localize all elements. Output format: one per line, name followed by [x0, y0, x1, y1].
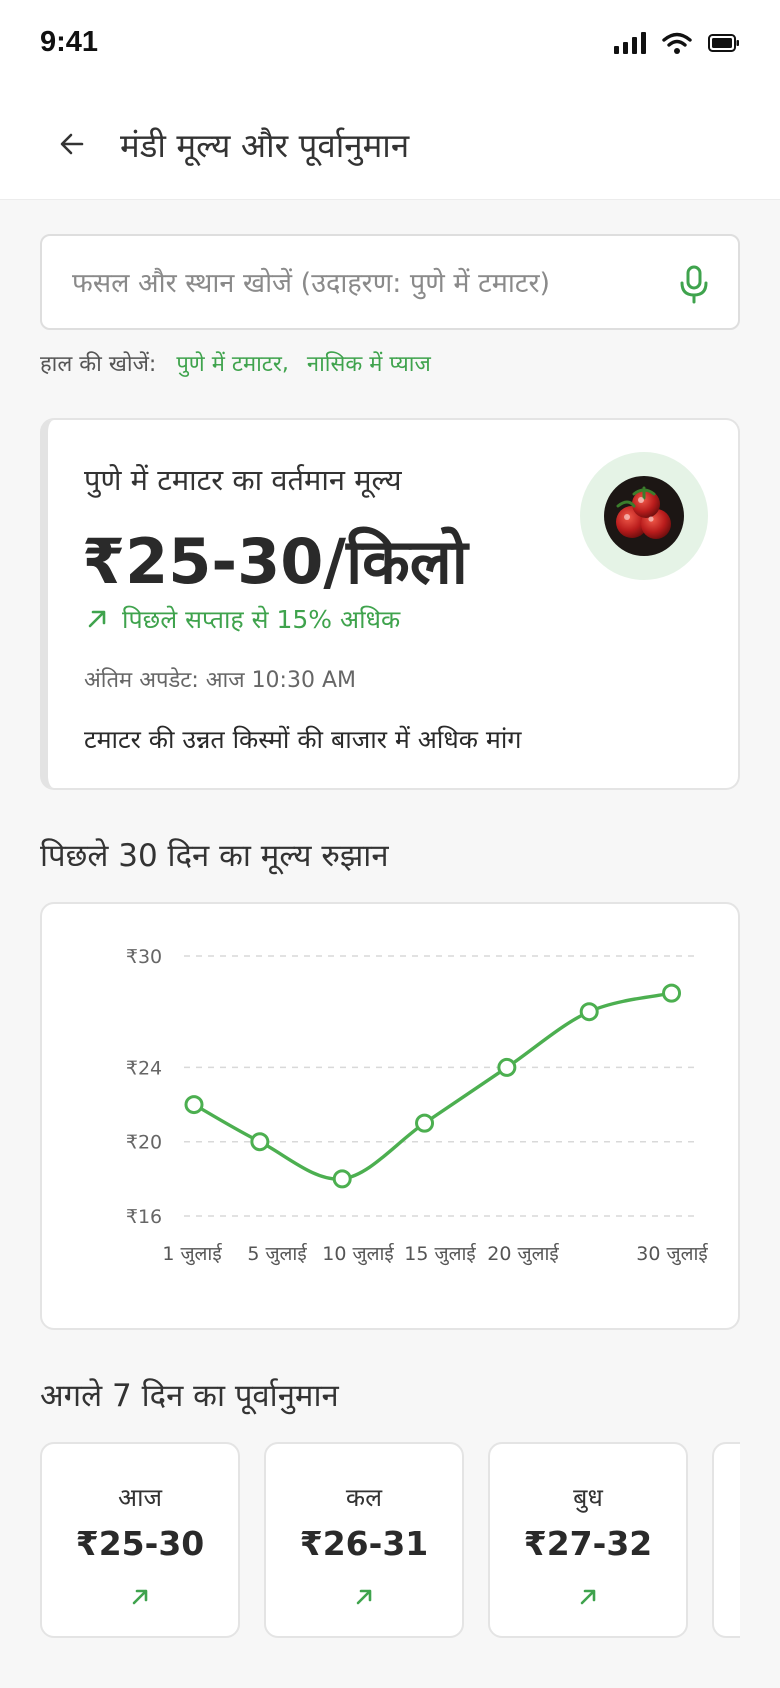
forecast-card[interactable]: कल ₹26-31: [264, 1442, 464, 1638]
recent-searches-label: हाल की खोजें:: [40, 352, 157, 377]
chart-data-point: [415, 1113, 435, 1133]
chart-x-tick-label: 10 जुलाई: [322, 1242, 394, 1266]
page-title: मंडी मूल्य और पूर्वानुमान: [120, 126, 410, 165]
recent-search-link[interactable]: पुणे में टमाटर: [176, 348, 282, 378]
chart-y-tick-label: ₹16: [126, 1206, 162, 1228]
microphone-button[interactable]: [676, 264, 712, 304]
search-input[interactable]: [72, 260, 662, 306]
trend-up-icon: [88, 610, 106, 628]
chart-data-point: [250, 1132, 270, 1152]
forecast-day: बुध: [573, 1483, 603, 1512]
price-trend-chart-card: ₹30 ₹24 ₹20 ₹16 1 जुलाई 5 जुलाई 10 जुलाई 15 जुल…: [40, 902, 740, 1330]
chart-series-line: [193, 991, 672, 1181]
recent-separator: ,: [281, 350, 289, 376]
trend-up-icon: [356, 1589, 372, 1605]
chart-x-tick-label: 1 जुलाई: [162, 1242, 222, 1266]
trend-section-title: पिछले 30 दिन का मूल्य रुझान: [40, 838, 389, 874]
recent-search-link[interactable]: नासिक में प्याज: [307, 348, 431, 378]
app-bar: मंडी मूल्य और पूर्वानुमान: [0, 90, 780, 200]
chart-data-point: [579, 1002, 599, 1022]
forecast-list: आज ₹25-30 कल ₹26-31 बुध ₹27-32: [40, 1442, 740, 1638]
signal-icon: [614, 32, 646, 54]
search-box: [40, 234, 740, 330]
back-button[interactable]: [48, 120, 96, 168]
chart-y-tick-label: ₹30: [126, 946, 162, 968]
market-note: टमाटर की उन्नत किस्मों की बाजार में अधिक…: [84, 725, 522, 754]
forecast-section-title: अगले 7 दिन का पूर्वानुमान: [40, 1378, 339, 1414]
wifi-icon: [662, 32, 692, 54]
chart-y-tick-label: ₹24: [126, 1057, 162, 1079]
price-value: ₹25-30/किलो: [82, 525, 468, 598]
chart-x-tick-label: 5 जुलाई: [247, 1242, 307, 1266]
chart-x-tick-label: 30 जुलाई: [636, 1242, 708, 1266]
status-time: 9:41: [40, 26, 99, 58]
forecast-card[interactable]: बुध ₹27-32: [488, 1442, 688, 1638]
trend-up-icon: [580, 1589, 596, 1605]
forecast-day: कल: [345, 1483, 383, 1512]
chart-data-point: [497, 1057, 517, 1077]
chart-y-tick-label: ₹20: [126, 1132, 162, 1154]
trend-up-icon: [132, 1589, 148, 1605]
chart-data-point: [184, 1095, 204, 1115]
status-bar: 9:41: [0, 0, 780, 90]
chart-x-tick-label: 20 जुलाई: [487, 1242, 559, 1266]
chart-data-point: [332, 1169, 352, 1189]
chart-x-tick-label: 15 जुलाई: [404, 1242, 476, 1266]
crop-image: [580, 452, 708, 580]
arrow-left-icon: [60, 133, 84, 155]
current-price-card: पुणे में टमाटर का वर्तमान मूल्य ₹25-30/क…: [40, 418, 740, 790]
forecast-trend: [42, 1586, 238, 1608]
forecast-trend: [266, 1586, 462, 1608]
forecast-trend: [490, 1586, 686, 1608]
status-icons: [614, 32, 740, 54]
tomato-icon: [604, 476, 684, 556]
forecast-card[interactable]: आज ₹25-30: [40, 1442, 240, 1638]
last-updated: अंतिम अपडेट: आज 10:30 AM: [84, 668, 356, 693]
forecast-price: ₹26-31: [299, 1524, 429, 1563]
chart-data-point: [662, 983, 682, 1003]
price-change: पिछले सप्ताह से 15% अधिक: [86, 602, 400, 636]
price-change-text: पिछले सप्ताह से 15% अधिक: [122, 605, 401, 634]
forecast-price: ₹25-30: [75, 1524, 205, 1563]
forecast-price: ₹27-32: [523, 1524, 653, 1563]
price-trend-chart: ₹30 ₹24 ₹20 ₹161 जुलाई 5 जुलाई 10 जुलाई 15 जुल…: [126, 946, 709, 1266]
microphone-icon: [680, 265, 708, 304]
battery-icon: [708, 34, 739, 52]
price-heading: पुणे में टमाटर का वर्तमान मूल्य: [84, 463, 402, 497]
forecast-card-partial[interactable]: [712, 1442, 740, 1638]
forecast-day: आज: [117, 1483, 163, 1512]
recent-searches: हाल की खोजें: पुणे में टमाटर , नासिक में…: [40, 348, 431, 378]
